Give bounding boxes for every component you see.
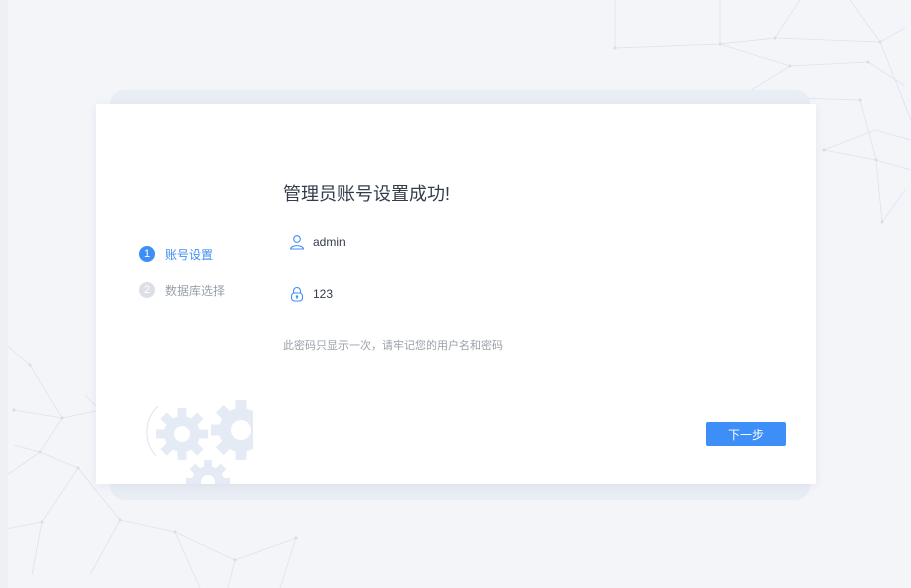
page-title: 管理员账号设置成功! — [283, 184, 451, 204]
password-value: 123 — [313, 287, 334, 301]
setup-card: 1 账号设置 2 数据库选择 管理员账号设置成功! admin 123 此密码只… — [96, 104, 816, 484]
step-account-settings[interactable]: 1 账号设置 — [139, 244, 225, 264]
step-list: 1 账号设置 2 数据库选择 — [139, 244, 225, 316]
username-row: admin — [289, 234, 346, 250]
step-label-account-settings: 账号设置 — [165, 247, 214, 262]
step-number-2: 2 — [139, 282, 155, 298]
username-value: admin — [313, 235, 346, 249]
password-hint: 此密码只显示一次，请牢记您的用户名和密码 — [283, 340, 503, 352]
lock-icon — [290, 286, 304, 302]
next-step-button[interactable]: 下一步 — [706, 422, 786, 446]
step-database-select[interactable]: 2 数据库选择 — [139, 280, 225, 300]
step-number-1: 1 — [139, 246, 155, 262]
gears-icon — [146, 400, 253, 484]
user-icon — [289, 235, 305, 250]
password-row: 123 — [289, 286, 333, 302]
left-edge-strip — [0, 0, 8, 588]
step-label-database-select: 数据库选择 — [165, 283, 226, 298]
